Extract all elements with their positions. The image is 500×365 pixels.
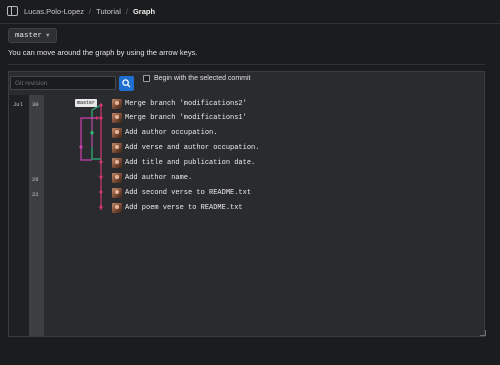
breadcrumb-current: Graph [132,7,156,16]
commit-day: 30 [32,101,39,108]
chevron-down-icon: ▼ [46,32,50,39]
breadcrumb-separator: / [125,7,128,16]
commit-message: Add second verse to README.txt [125,189,252,197]
commit-row[interactable]: Add poem verse to README.txt [112,201,243,215]
commit-graph[interactable] [44,95,114,225]
breadcrumb-separator: / [89,7,92,16]
graph-commit-node [99,160,103,164]
avatar [112,99,122,109]
commit-message: Add author occupation. [125,129,218,137]
commit-day: 22 [32,191,39,198]
breadcrumb-owner[interactable]: Lucas.Polo-Lopez [24,7,84,16]
branch-tag-master[interactable]: master [75,99,98,107]
commit-day: 26 [32,176,39,183]
commit-date: Jul [13,101,23,108]
commit-row[interactable]: Merge branch 'modifications1' [112,111,247,125]
commit-row[interactable]: Add author name. [112,171,192,185]
avatar [112,113,122,123]
branch-selector[interactable]: master ▼ [8,28,57,43]
graph-hint-text: You can move around the graph by using t… [8,48,198,57]
breadcrumb-project[interactable]: Tutorial [96,7,121,16]
divider [8,64,485,65]
begin-selected-checkbox[interactable] [143,75,150,82]
commit-message: Add title and publication date. [125,159,256,167]
graph-commit-node [99,103,103,107]
branch-selector-label: master [15,31,43,40]
graph-commit-node [99,116,103,120]
commit-message: Add poem verse to README.txt [125,204,243,212]
graph-commit-node [99,190,103,194]
resize-handle[interactable] [480,330,486,336]
commit-row[interactable]: Add author occupation. [112,126,217,140]
begin-selected-label: Begin with the selected commit [154,75,251,82]
avatar [112,173,122,183]
avatar [112,158,122,168]
commit-row[interactable]: Add verse and author occupation. [112,141,259,155]
date-column [9,95,29,336]
avatar [112,143,122,153]
graph-commit-node [99,205,103,209]
commit-message: Merge branch 'modifications1' [125,114,247,122]
graph-arrow-marker [90,130,94,133]
commit-message: Add verse and author occupation. [125,144,260,152]
graph-arrow-marker [96,116,99,120]
commit-row[interactable]: Add second verse to README.txt [112,186,251,200]
avatar [112,203,122,213]
commit-row[interactable]: Add title and publication date. [112,156,255,170]
top-bar: Lucas.Polo-Lopez / Tutorial / Graph [0,0,500,24]
graph-line-branch-a [91,104,102,160]
day-column [29,95,44,336]
sidebar-toggle-icon[interactable] [7,6,18,16]
search-icon [122,79,131,88]
bottom-bar [0,343,500,365]
commit-row[interactable]: Merge branch 'modifications2' [112,97,247,111]
graph-commit-node [79,145,83,149]
graph-line-branch-b [80,117,101,161]
avatar [112,188,122,198]
git-revision-input[interactable] [10,76,116,90]
commit-message: Add author name. [125,174,193,182]
graph-commit-node [99,175,103,179]
search-button[interactable] [119,76,134,91]
commit-message: Merge branch 'modifications2' [125,100,247,108]
breadcrumb: Lucas.Polo-Lopez / Tutorial / Graph [24,7,155,16]
avatar [112,128,122,138]
